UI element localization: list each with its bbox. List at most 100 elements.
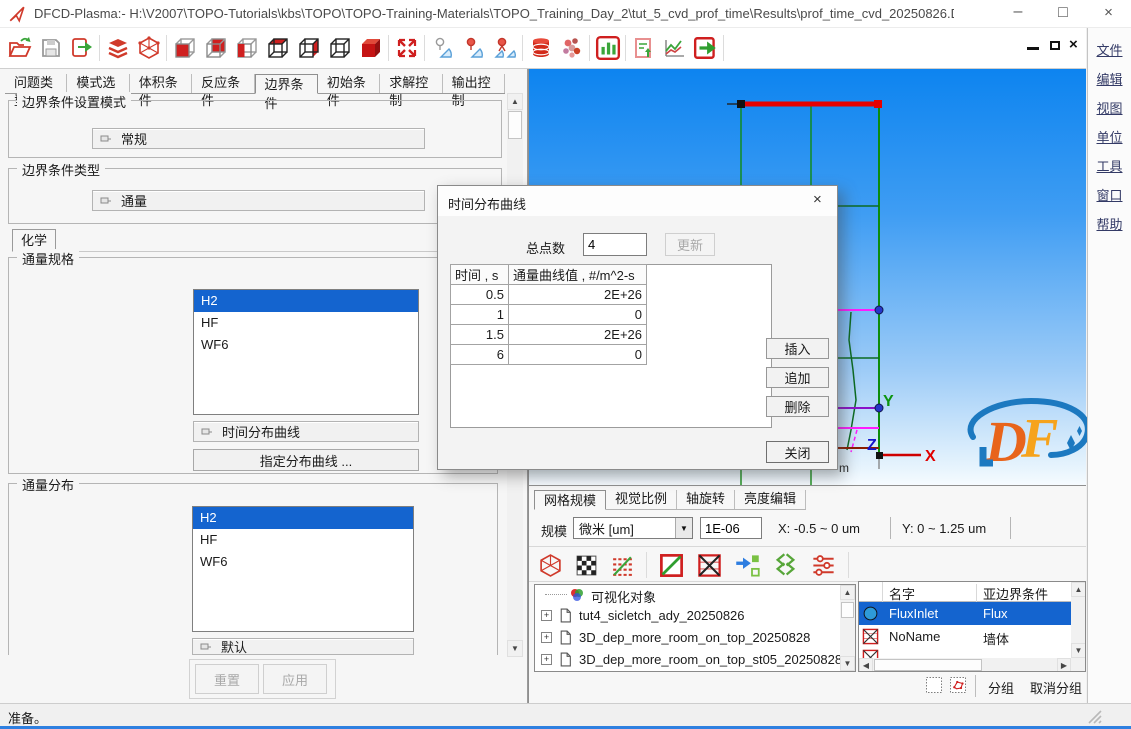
time-cell[interactable]: 1	[451, 305, 509, 325]
time-cell[interactable]: 6	[451, 345, 509, 365]
curve-table[interactable]: 时间 , s 通量曲线值 , #/m^2-s 0.5 2E+26 1 0 1.5…	[450, 264, 647, 365]
tab-solver-control[interactable]: 求解控制	[380, 74, 442, 93]
tab-reaction-cond[interactable]: 反应条件	[192, 74, 254, 93]
bc-mode-dropdown[interactable]: 常规	[92, 128, 425, 149]
tab-axis-rotate[interactable]: 轴旋转	[677, 490, 735, 509]
probe-point-icon[interactable]	[429, 35, 456, 62]
menu-file[interactable]: 文件	[1088, 36, 1131, 63]
database-icon[interactable]	[527, 35, 554, 62]
subbc-column-header[interactable]: 亚边界条件	[977, 584, 1071, 602]
cube-wire-side-icon[interactable]	[295, 35, 322, 62]
object-tree[interactable]: 可视化对象 + tut4_sicletch_ady_20250826 + 3D_…	[534, 584, 856, 672]
texture-checker-icon[interactable]	[574, 553, 599, 578]
scroll-up-icon[interactable]: ▲	[507, 93, 523, 110]
scrollbar-thumb[interactable]	[508, 111, 522, 139]
bc-type-dropdown[interactable]: 通量	[92, 190, 425, 211]
tree-expand-icon[interactable]: +	[541, 610, 552, 621]
fern-leaves-icon[interactable]	[772, 552, 799, 579]
tree-item-label[interactable]: tut4_sicletch_ady_20250826	[579, 608, 745, 623]
name-column-header[interactable]: 名字	[883, 584, 977, 602]
tree-root-label[interactable]: 可视化对象	[591, 587, 656, 606]
flux-cell[interactable]: 0	[509, 305, 647, 325]
tab-initial-cond[interactable]: 初始条件	[318, 74, 380, 93]
probe-point-red-icon[interactable]	[460, 35, 487, 62]
table-vscrollbar[interactable]: ▲ ▼	[1071, 582, 1086, 658]
unit-combobox[interactable]: 微米 [um] ▼	[573, 517, 693, 539]
combo-arrow-icon[interactable]: ▼	[675, 518, 692, 538]
time-cell[interactable]: 0.5	[451, 285, 509, 305]
mesh-cube-icon[interactable]	[135, 35, 162, 62]
tree-row[interactable]: + tut4_sicletch_ady_20250826	[535, 605, 855, 627]
tab-visual-ratio[interactable]: 视觉比例	[606, 490, 677, 509]
close-dialog-button[interactable]: 关闭	[766, 441, 829, 463]
menu-view[interactable]: 视图	[1088, 94, 1131, 121]
probe-multi-icon[interactable]	[491, 35, 518, 62]
flux-cell[interactable]: 0	[509, 345, 647, 365]
list-item[interactable]: HF	[193, 529, 413, 551]
tab-volume-cond[interactable]: 体积条件	[130, 74, 192, 93]
total-points-input[interactable]	[583, 233, 647, 256]
tree-root-row[interactable]: 可视化对象	[535, 585, 855, 605]
insert-button[interactable]: 插入	[766, 338, 829, 359]
scroll-up-icon[interactable]: ▲	[840, 585, 855, 600]
row-type[interactable]: Flux	[983, 606, 1008, 621]
tree-expand-icon[interactable]: +	[541, 654, 552, 665]
scroll-down-icon[interactable]: ▼	[840, 656, 855, 671]
row-name[interactable]: NoName	[889, 629, 940, 644]
species-cluster-icon[interactable]	[558, 35, 585, 62]
table-row-partial[interactable]: ...	[859, 648, 1071, 658]
row-name[interactable]: FluxInlet	[889, 606, 938, 621]
mdi-minimize-icon[interactable]	[1027, 47, 1039, 50]
export-file-icon[interactable]	[68, 35, 95, 62]
scroll-up-icon[interactable]: ▲	[1071, 582, 1086, 597]
curve-row[interactable]: 1 0	[451, 305, 647, 325]
tree-expand-icon[interactable]: +	[541, 632, 552, 643]
cube-solid-icon[interactable]	[357, 35, 384, 62]
cube-half-face-icon[interactable]	[233, 35, 260, 62]
run-export-icon[interactable]	[692, 35, 719, 62]
scrollbar-thumb[interactable]	[841, 602, 854, 618]
tree-scrollbar[interactable]: ▲ ▼	[840, 585, 855, 671]
bar-chart-icon[interactable]	[594, 35, 621, 62]
list-item[interactable]: H2	[194, 290, 418, 312]
menu-window[interactable]: 窗口	[1088, 181, 1131, 208]
flux-dist-list[interactable]: H2 HF WF6	[192, 506, 414, 632]
table-hscrollbar[interactable]: ◀ ▶	[859, 658, 1086, 672]
time-cell[interactable]: 1.5	[451, 325, 509, 345]
tree-row[interactable]: + 3D_dep_more_room_on_top_20250828	[535, 627, 855, 649]
tree-row-partial[interactable]: + 3D_dep_more_room_on_top_st2_20250826	[535, 671, 855, 672]
flux-spec-list[interactable]: H2 HF WF6	[193, 289, 419, 415]
wire-cube-icon[interactable]	[538, 553, 563, 578]
flux-cell[interactable]: 2E+26	[509, 285, 647, 305]
minimize-button[interactable]: –	[996, 0, 1040, 28]
list-item[interactable]: WF6	[193, 551, 413, 573]
curve-row[interactable]: 0.5 2E+26	[451, 285, 647, 305]
snap-to-icon[interactable]	[734, 552, 761, 579]
scroll-down-icon[interactable]: ▼	[507, 640, 523, 657]
tab-boundary-cond[interactable]: 边界条件	[255, 74, 318, 94]
tree-item-label[interactable]: 3D_dep_more_room_on_top_20250828	[579, 630, 810, 645]
reset-button[interactable]: 重置	[195, 664, 259, 694]
curves-icon[interactable]	[661, 35, 688, 62]
menu-help[interactable]: 帮助	[1088, 210, 1131, 237]
boundary-table[interactable]: 名字 亚边界条件 FluxInlet Flux NoName 墙体 ... ▲ …	[858, 581, 1086, 672]
tree-item-label[interactable]: 3D_dep_more_room_on_top_st05_20250828	[579, 652, 842, 667]
save-file-icon[interactable]	[37, 35, 64, 62]
flux-cell[interactable]: 2E+26	[509, 325, 647, 345]
tab-output-control[interactable]: 输出控制	[443, 74, 505, 93]
list-item[interactable]: H2	[193, 507, 413, 529]
menu-tools[interactable]: 工具	[1088, 152, 1131, 179]
table-row[interactable]: NoName 墙体	[859, 625, 1071, 648]
cube-wireframe-icon[interactable]	[326, 35, 353, 62]
tab-problem-type[interactable]: 问题类型	[5, 74, 67, 93]
scale-factor-input[interactable]	[700, 517, 762, 539]
diagonal-square-icon[interactable]	[658, 552, 685, 579]
curve-row[interactable]: 1.5 2E+26	[451, 325, 647, 345]
group-button[interactable]: 分组	[988, 678, 1014, 697]
tab-mesh-scale[interactable]: 网格规模	[534, 490, 606, 510]
default-dropdown[interactable]: 默认	[192, 638, 414, 655]
ungroup-button[interactable]: 取消分组	[1030, 678, 1082, 697]
tab-brightness-edit[interactable]: 亮度编辑	[735, 490, 806, 509]
cube-back-face-icon[interactable]	[202, 35, 229, 62]
list-item[interactable]: HF	[194, 312, 418, 334]
